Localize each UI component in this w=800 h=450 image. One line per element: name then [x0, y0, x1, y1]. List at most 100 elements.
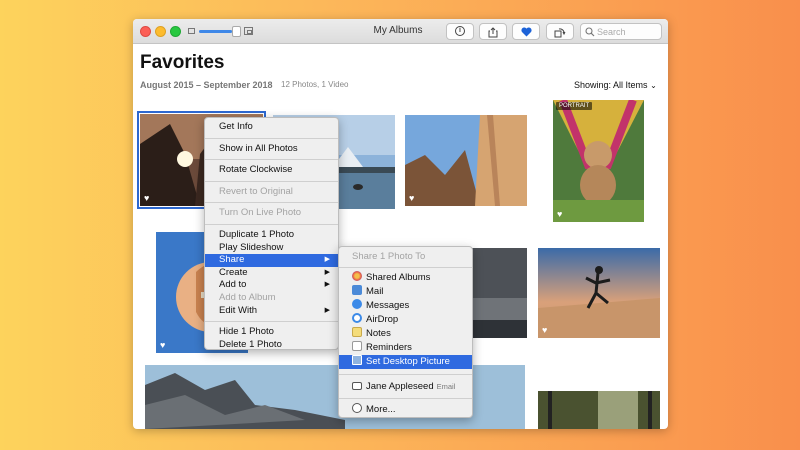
context-menu: Get Info Show in All Photos Rotate Clock… [204, 117, 339, 350]
menu-item-add-to[interactable]: Add to ▶ [205, 279, 338, 292]
share-more[interactable]: More... [339, 403, 472, 417]
menu-item-duplicate[interactable]: Duplicate 1 Photo [205, 229, 338, 242]
info-button[interactable]: i [446, 23, 474, 40]
share-mail-label: Mail [366, 286, 384, 297]
submenu-arrow-icon: ▶ [324, 256, 330, 264]
menu-item-show-in-all-photos[interactable]: Show in All Photos [205, 143, 338, 156]
reminders-icon [352, 341, 362, 351]
menu-item-create-label: Create [219, 266, 248, 278]
photo-dog-hammock[interactable]: PORTRAIT ♥ [553, 100, 644, 222]
share-set-desktop-picture-label: Set Desktop Picture [366, 356, 450, 367]
item-counts: 12 Photos, 1 Video [281, 80, 349, 89]
menu-item-add-to-label: Add to [219, 279, 247, 291]
share-airdrop-label: AirDrop [366, 314, 399, 325]
menu-separator [205, 137, 338, 139]
rotate-button[interactable] [546, 23, 574, 40]
photo-canyon-climber[interactable]: ♥ [405, 115, 527, 206]
title-bar: My Albums i [133, 19, 668, 44]
share-messages-label: Messages [366, 300, 410, 311]
menu-item-edit-with-label: Edit With [219, 304, 258, 316]
favorite-heart-icon[interactable]: ♥ [160, 341, 165, 350]
menu-item-delete[interactable]: Delete 1 Photo [205, 339, 338, 352]
shared-albums-icon [352, 271, 362, 281]
zoom-out-icon [188, 28, 195, 34]
submenu-arrow-icon: ▶ [324, 306, 330, 314]
menu-separator [339, 374, 472, 375]
photo-dark-sky[interactable] [470, 248, 527, 338]
share-shared-albums[interactable]: Shared Albums [339, 271, 472, 285]
share-button[interactable] [479, 23, 507, 40]
search-input[interactable] [597, 25, 659, 38]
window-title: My Albums [373, 25, 423, 36]
envelope-icon [352, 382, 362, 390]
submenu-arrow-icon: ▶ [324, 281, 330, 289]
menu-item-create[interactable]: Create ▶ [205, 267, 338, 280]
share-set-desktop-picture[interactable]: Set Desktop Picture [339, 355, 472, 369]
menu-item-rotate-clockwise[interactable]: Rotate Clockwise [205, 164, 338, 177]
share-shared-albums-label: Shared Albums [366, 272, 431, 283]
share-icon [488, 27, 498, 38]
info-icon: i [455, 26, 465, 37]
menu-item-share[interactable]: Share ▶ [205, 254, 338, 267]
share-mail[interactable]: Mail [339, 285, 472, 299]
photos-window: My Albums i Favorites August 2015 – Sept… [133, 19, 668, 429]
menu-item-get-info[interactable]: Get Info [205, 121, 338, 134]
share-reminders-label: Reminders [366, 342, 412, 353]
menu-separator [205, 180, 338, 182]
menu-item-turn-on-live-photo: Turn On Live Photo [219, 207, 302, 219]
rotate-icon [554, 28, 566, 38]
chevron-down-icon: ⌄ [650, 81, 657, 90]
minimize-button[interactable] [155, 26, 166, 37]
share-notes-label: Notes [366, 328, 391, 339]
showing-label: Showing: [574, 80, 612, 90]
menu-item-hide[interactable]: Hide 1 Photo [205, 326, 338, 339]
share-notes[interactable]: Notes [339, 327, 472, 341]
share-contact-jane[interactable]: Jane Appleseed Email [339, 380, 472, 394]
menu-item-add-to-album: Add to Album [219, 291, 276, 303]
submenu-arrow-icon: ▶ [324, 268, 330, 276]
share-contact-method: Email [436, 382, 456, 391]
favorite-heart-icon[interactable]: ♥ [144, 194, 149, 203]
messages-icon [352, 299, 362, 309]
share-messages[interactable]: Messages [339, 299, 472, 313]
photo-beach-jump[interactable]: ♥ [538, 248, 660, 338]
favorite-heart-icon[interactable]: ♥ [557, 210, 562, 219]
menu-item-play-slideshow[interactable]: Play Slideshow [205, 242, 338, 255]
desktop-picture-icon [352, 355, 362, 365]
favorite-button[interactable] [512, 23, 540, 40]
menu-separator [205, 159, 338, 161]
favorite-heart-icon[interactable]: ♥ [542, 326, 547, 335]
page-title: Favorites [140, 52, 225, 73]
heart-icon [520, 27, 532, 37]
notes-icon [352, 327, 362, 337]
portrait-badge: PORTRAIT [556, 102, 593, 110]
share-more-label: More... [366, 404, 396, 415]
search-icon [585, 27, 595, 37]
search-field[interactable] [580, 23, 662, 40]
share-airdrop[interactable]: AirDrop [339, 313, 472, 327]
zoom-slider-knob[interactable] [232, 26, 241, 37]
airdrop-icon [352, 313, 362, 323]
menu-separator [339, 267, 472, 268]
favorite-heart-icon[interactable]: ♥ [409, 194, 414, 203]
share-menu-header: Share 1 Photo To [352, 251, 426, 262]
showing-value[interactable]: All Items [613, 80, 648, 90]
fullscreen-button[interactable] [170, 26, 181, 37]
menu-separator [205, 321, 338, 323]
share-reminders[interactable]: Reminders [339, 341, 472, 355]
more-icon [352, 403, 362, 413]
menu-item-edit-with[interactable]: Edit With ▶ [205, 305, 338, 318]
share-contact-name: Jane Appleseed [366, 381, 434, 392]
photo-forest-mist[interactable] [538, 391, 660, 429]
mail-icon [352, 285, 362, 295]
showing-filter[interactable]: Showing: All Items ⌄ [574, 80, 657, 90]
menu-separator [205, 223, 338, 225]
zoom-in-icon [244, 27, 253, 35]
close-button[interactable] [140, 26, 151, 37]
share-submenu: Share 1 Photo To Shared Albums Mail Mess… [338, 246, 473, 418]
menu-item-share-label: Share [219, 254, 245, 266]
date-range: August 2015 – September 2018 [140, 80, 273, 90]
menu-separator [205, 202, 338, 204]
menu-separator [339, 398, 472, 399]
menu-item-revert-to-original: Revert to Original [219, 185, 293, 197]
